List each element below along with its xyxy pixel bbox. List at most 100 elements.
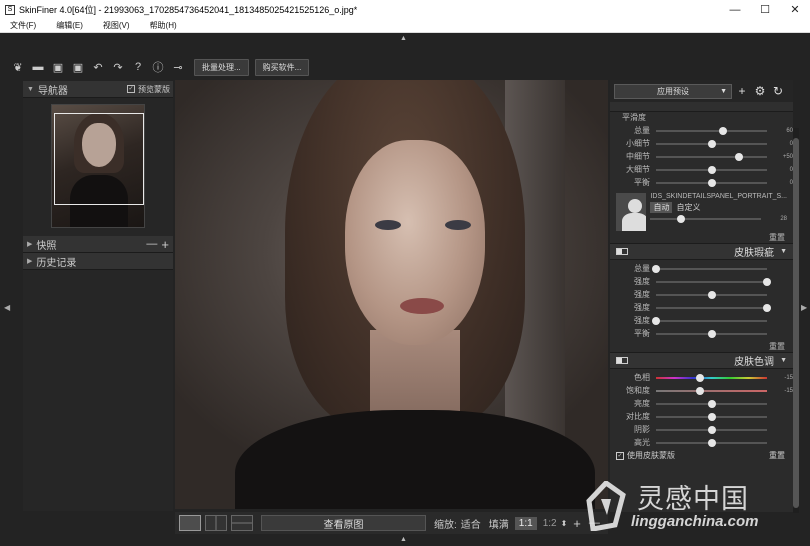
slider-knob[interactable] xyxy=(707,139,716,148)
slider-knob[interactable] xyxy=(707,178,716,187)
minimize-icon: — xyxy=(729,3,741,16)
blemish-slider[interactable] xyxy=(656,290,767,299)
save-as-icon[interactable]: ▣ xyxy=(68,57,88,77)
add-preset-icon[interactable]: + xyxy=(734,84,750,98)
smooth-slider[interactable] xyxy=(656,152,767,161)
add-snapshot-button[interactable]: + xyxy=(161,237,169,252)
smooth-slider[interactable] xyxy=(656,126,767,135)
redo-icon[interactable]: ↷ xyxy=(108,57,128,77)
smooth-slider[interactable] xyxy=(656,165,767,174)
menu-file[interactable]: 文件(F) xyxy=(10,20,36,31)
tone-toggle-icon[interactable] xyxy=(616,357,628,364)
main-photo-canvas[interactable] xyxy=(175,80,608,509)
info-icon[interactable]: ⓘ xyxy=(148,57,168,77)
blemish-slider[interactable] xyxy=(656,329,767,338)
blemish-slider-row: 强度 xyxy=(610,314,793,327)
slider-knob[interactable] xyxy=(696,373,705,382)
collapse-bottom-icon[interactable]: ▲ xyxy=(400,536,407,543)
smoothness-sliders: 总量 60 小细节 0 中细节 +50 大细节 0 平衡 0 xyxy=(610,124,793,189)
expand-down-icon: ▼ xyxy=(27,85,34,93)
slider-knob[interactable] xyxy=(652,316,660,325)
remove-snapshot-button[interactable]: — xyxy=(146,238,157,250)
tone-panel-header[interactable]: 皮肤色调 ▼ xyxy=(610,352,793,369)
collapse-left-icon[interactable]: ◀ xyxy=(4,303,10,312)
blemish-panel-header[interactable]: 皮肤瑕疵 ▼ xyxy=(610,243,793,260)
snapshots-header[interactable]: ▶ 快照 — + xyxy=(23,236,173,253)
tone-slider[interactable] xyxy=(656,425,767,434)
zoom-1-2-button[interactable]: 1:2 xyxy=(543,518,557,529)
blemish-slider[interactable] xyxy=(652,316,767,325)
menu-edit[interactable]: 编辑(E) xyxy=(56,20,83,31)
view-original-button[interactable]: 查看原图 xyxy=(261,515,426,531)
blemish-slider[interactable] xyxy=(656,277,771,286)
use-skin-mask-checkbox[interactable]: ✓ xyxy=(616,451,624,460)
custom-button[interactable]: 自定义 xyxy=(676,202,700,213)
slider-knob[interactable] xyxy=(707,165,716,174)
help-icon[interactable]: ? xyxy=(128,57,148,77)
zoom-in-button[interactable]: + xyxy=(573,516,581,531)
smoothness-reset-button[interactable]: 重置 xyxy=(610,231,793,243)
slider-knob[interactable] xyxy=(707,290,716,299)
tone-slider[interactable] xyxy=(656,399,767,408)
blemish-slider-row: 总量 xyxy=(610,262,793,275)
preset-label: 应用预设 xyxy=(657,86,689,96)
navigator-thumbnail[interactable] xyxy=(51,104,145,228)
slider-knob[interactable] xyxy=(652,264,660,273)
tone-reset-button[interactable]: 重置 xyxy=(769,450,785,461)
blemish-slider[interactable] xyxy=(656,303,771,312)
blemish-toggle-icon[interactable] xyxy=(616,248,628,255)
tone-slider[interactable] xyxy=(656,386,767,395)
slider-knob[interactable] xyxy=(707,329,716,338)
collapse-right-icon[interactable]: ▶ xyxy=(801,303,807,312)
slider-knob[interactable] xyxy=(707,425,716,434)
blemish-reset-button[interactable]: 重置 xyxy=(610,340,793,352)
tone-slider-label: 饱和度 xyxy=(626,386,650,395)
slider-knob[interactable] xyxy=(677,215,686,223)
plugin-icon[interactable]: ⊸ xyxy=(168,57,188,77)
slider-knob[interactable] xyxy=(707,399,716,408)
menu-view[interactable]: 视图(V) xyxy=(103,20,130,31)
refresh-icon[interactable]: ↻ xyxy=(770,84,786,98)
buy-button[interactable]: 购买软件... xyxy=(254,58,310,76)
slider-knob[interactable] xyxy=(696,386,705,395)
slider-knob[interactable] xyxy=(763,277,771,286)
blemish-slider[interactable] xyxy=(652,264,767,273)
tone-slider[interactable] xyxy=(656,412,767,421)
close-button[interactable]: ✕ xyxy=(780,0,810,19)
open-folder-icon[interactable]: ▬ xyxy=(28,57,48,77)
save-icon[interactable]: ▣ xyxy=(48,57,68,77)
split-vertical-view-button[interactable] xyxy=(205,515,227,531)
zoom-stepper-icon[interactable]: ⬍ xyxy=(561,519,568,528)
slider-knob[interactable] xyxy=(707,438,716,447)
navigator-header[interactable]: ▼ 导航器 ✓ 预览蒙版 xyxy=(23,81,173,98)
maximize-button[interactable]: ☐ xyxy=(750,0,780,19)
split-horizontal-view-button[interactable] xyxy=(231,515,253,531)
navigator-viewport-frame[interactable] xyxy=(54,113,144,205)
gear-icon[interactable]: ⚙ xyxy=(752,84,768,98)
tone-slider[interactable] xyxy=(656,438,767,447)
zoom-fit-button[interactable]: 适合 xyxy=(461,516,481,531)
menu-help[interactable]: 帮助(H) xyxy=(150,20,177,31)
smooth-slider[interactable] xyxy=(656,139,767,148)
portrait-strength-slider[interactable] xyxy=(650,215,761,223)
use-skin-mask-row[interactable]: ✓ 使用皮肤蒙版 xyxy=(610,449,675,462)
slider-knob[interactable] xyxy=(707,412,716,421)
slider-knob[interactable] xyxy=(718,126,727,135)
minimize-button[interactable]: — xyxy=(720,0,750,19)
scrollbar-thumb[interactable] xyxy=(793,138,799,508)
batch-button[interactable]: 批量处理... xyxy=(194,58,249,76)
collapse-top-icon[interactable]: ▲ xyxy=(400,35,407,42)
zoom-fill-button[interactable]: 填满 xyxy=(489,516,509,531)
tone-slider[interactable] xyxy=(656,373,767,382)
right-panel-scrollbar[interactable] xyxy=(793,128,799,513)
undo-icon[interactable]: ↶ xyxy=(88,57,108,77)
history-header[interactable]: ▶ 历史记录 xyxy=(23,253,173,270)
zoom-1-1-button[interactable]: 1:1 xyxy=(514,516,537,530)
smooth-slider[interactable] xyxy=(656,178,767,187)
auto-button[interactable]: 自动 xyxy=(650,202,673,213)
slider-knob[interactable] xyxy=(735,152,744,161)
slider-knob[interactable] xyxy=(763,303,771,312)
single-view-button[interactable] xyxy=(179,515,201,531)
apply-preset-dropdown[interactable]: 应用预设 ▼ xyxy=(614,83,732,99)
preview-mask-checkbox[interactable]: ✓ xyxy=(127,85,135,93)
